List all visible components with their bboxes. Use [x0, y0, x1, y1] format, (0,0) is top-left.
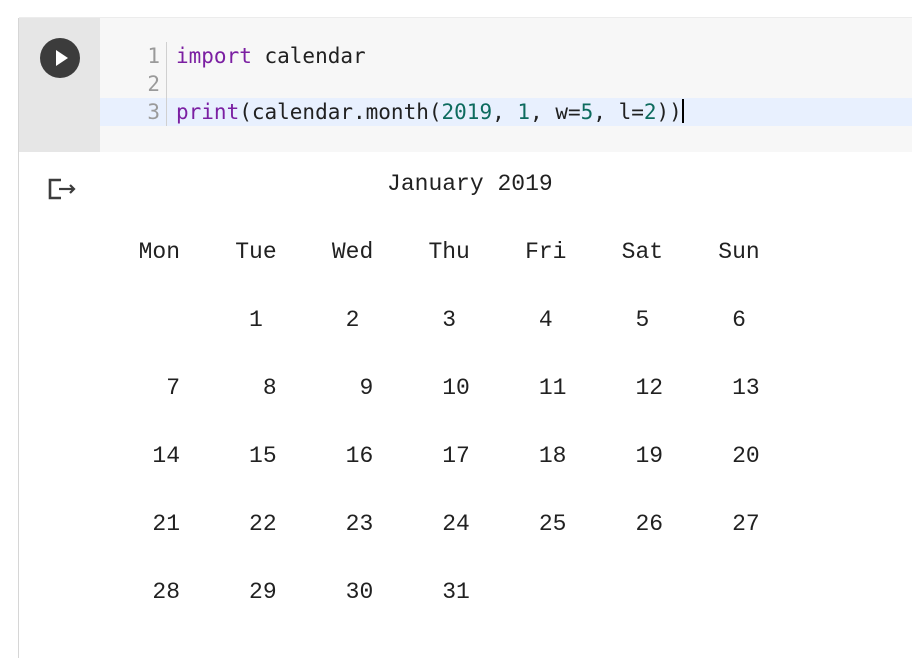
- calendar-title: January 2019: [111, 171, 553, 197]
- play-icon: [56, 50, 68, 66]
- calendar-row: 1 2 3 4 5 6: [111, 307, 746, 333]
- code-text: print(calendar.month(2019, 1, w=5, l=2)): [176, 98, 684, 126]
- line-number: 3: [147, 100, 160, 124]
- output-clear-icon[interactable]: [47, 174, 79, 202]
- code-token: import: [176, 44, 252, 68]
- code-token: calendar: [251, 44, 366, 68]
- run-cell-button[interactable]: [40, 38, 80, 78]
- code-token: 5: [580, 100, 594, 124]
- line-number-separator: [166, 70, 167, 98]
- code-line[interactable]: 2: [100, 70, 912, 98]
- line-number: 2: [147, 72, 160, 96]
- code-token: print: [176, 100, 240, 124]
- code-token: 1: [517, 100, 531, 124]
- calendar-row: 21 22 23 24 25 26 27: [111, 511, 760, 537]
- calendar-row: 14 15 16 17 18 19 20: [111, 443, 760, 469]
- calendar-row: 28 29 30 31: [111, 579, 470, 605]
- code-token: ,: [492, 100, 518, 124]
- line-number-separator: [166, 98, 167, 126]
- code-text: import calendar: [176, 42, 366, 70]
- line-number-separator: [166, 42, 167, 70]
- code-token: , w=: [530, 100, 581, 124]
- calendar-weekday-header: Mon Tue Wed Thu Fri Sat Sun: [111, 239, 760, 265]
- calendar-row: 7 8 9 10 11 12 13: [111, 375, 760, 401]
- line-number: 1: [147, 44, 160, 68]
- code-token: )): [656, 100, 682, 124]
- code-token: , l=: [593, 100, 644, 124]
- code-editor[interactable]: 1 import calendar 2 3 print(calendar.month(2…: [100, 18, 912, 152]
- code-line[interactable]: 1 import calendar: [100, 42, 912, 70]
- text-cursor: [681, 99, 684, 123]
- code-token: 2: [643, 100, 657, 124]
- code-line[interactable]: 3 print(calendar.month(2019, 1, w=5, l=2)…: [100, 98, 912, 126]
- code-token: 2019: [441, 100, 493, 124]
- code-token: (calendar.month(: [239, 100, 442, 124]
- cell-output: January 2019 Mon Tue Wed Thu Fri Sat Sun…: [100, 152, 912, 658]
